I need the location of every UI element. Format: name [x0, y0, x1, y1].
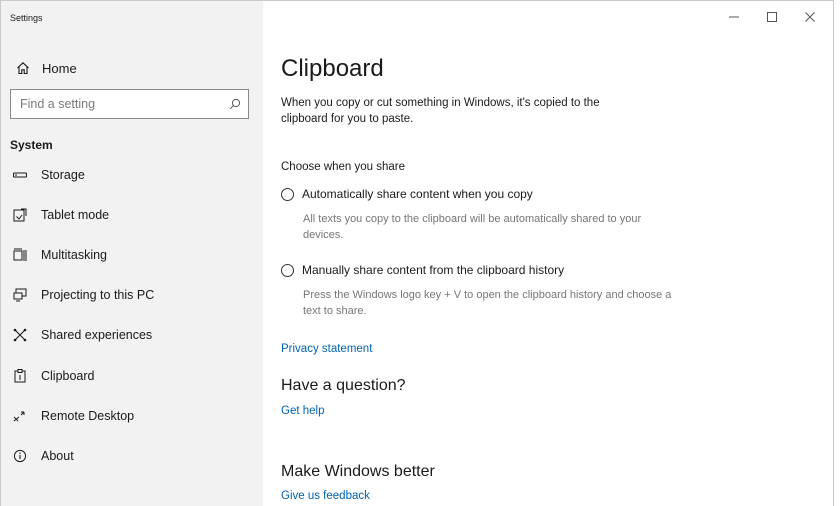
page-title: Clipboard: [281, 55, 384, 82]
give-feedback-link[interactable]: Give us feedback: [281, 490, 370, 502]
radio-manual-share[interactable]: Manually share content from the clipboar…: [281, 263, 564, 277]
sidebar-section-header: System: [10, 138, 53, 152]
radio-label: Automatically share content when you cop…: [302, 187, 533, 201]
search-box[interactable]: [10, 89, 249, 119]
radio-auto-share[interactable]: Automatically share content when you cop…: [281, 187, 533, 201]
sidebar-item-label: Remote Desktop: [41, 409, 135, 423]
info-icon: [12, 448, 28, 464]
sidebar-item-label: Clipboard: [41, 369, 95, 383]
sidebar: Settings Home System Storage Tablet mod: [1, 1, 263, 506]
sidebar-item-label: Shared experiences: [41, 328, 153, 342]
app-title: Settings: [10, 13, 43, 23]
have-a-question-heading: Have a question?: [281, 377, 406, 394]
make-windows-better-heading: Make Windows better: [281, 463, 435, 480]
sidebar-item-label: About: [41, 449, 74, 463]
radio-button[interactable]: [281, 187, 294, 201]
sidebar-item-shared-experiences[interactable]: Shared experiences: [12, 324, 252, 346]
sidebar-item-tablet-mode[interactable]: Tablet mode: [12, 204, 252, 226]
close-button[interactable]: [791, 5, 829, 29]
shared-experiences-icon: [12, 327, 28, 343]
radio-label: Manually share content from the clipboar…: [302, 263, 565, 277]
close-icon: [805, 12, 815, 22]
sidebar-item-label: Home: [42, 60, 77, 76]
sidebar-item-clipboard[interactable]: Clipboard: [12, 365, 252, 387]
maximize-button[interactable]: [753, 5, 791, 29]
multitasking-icon: [12, 247, 28, 263]
page-description: When you copy or cut something in Window…: [281, 97, 600, 125]
sidebar-item-about[interactable]: About: [12, 445, 252, 467]
privacy-statement-link[interactable]: Privacy statement: [281, 343, 372, 355]
sidebar-item-remote-desktop[interactable]: Remote Desktop: [12, 405, 252, 427]
settings-window: Settings Home System Storage Tablet mod: [0, 0, 834, 506]
sidebar-item-multitasking[interactable]: Multitasking: [12, 244, 252, 266]
radio-auto-share-description: All texts you copy to the clipboard will…: [303, 213, 642, 241]
minimize-icon: [729, 16, 739, 18]
radio-manual-share-description: Press the Windows logo key + V to open t…: [303, 289, 672, 317]
window-controls: [715, 5, 829, 29]
tablet-mode-icon: [12, 207, 28, 223]
sidebar-item-label: Storage: [41, 168, 85, 182]
sidebar-item-label: Multitasking: [41, 248, 107, 262]
sidebar-item-projecting[interactable]: Projecting to this PC: [12, 284, 252, 306]
home-icon: [16, 61, 30, 75]
sidebar-item-storage[interactable]: Storage: [12, 164, 252, 186]
maximize-icon: [767, 12, 777, 22]
share-section-label: Choose when you share: [281, 161, 406, 173]
search-icon[interactable]: [229, 98, 241, 110]
clipboard-icon: [12, 368, 28, 384]
sidebar-item-home[interactable]: Home: [16, 57, 77, 79]
search-input[interactable]: [20, 97, 229, 111]
remote-desktop-icon: [12, 408, 28, 424]
main-content: Clipboard When you copy or cut something…: [263, 1, 833, 506]
sidebar-item-label: Projecting to this PC: [41, 288, 155, 302]
minimize-button[interactable]: [715, 5, 753, 29]
radio-button[interactable]: [281, 263, 294, 277]
sidebar-item-label: Tablet mode: [41, 208, 110, 222]
storage-icon: [12, 167, 28, 183]
get-help-link[interactable]: Get help: [281, 405, 324, 417]
projecting-icon: [12, 287, 28, 303]
